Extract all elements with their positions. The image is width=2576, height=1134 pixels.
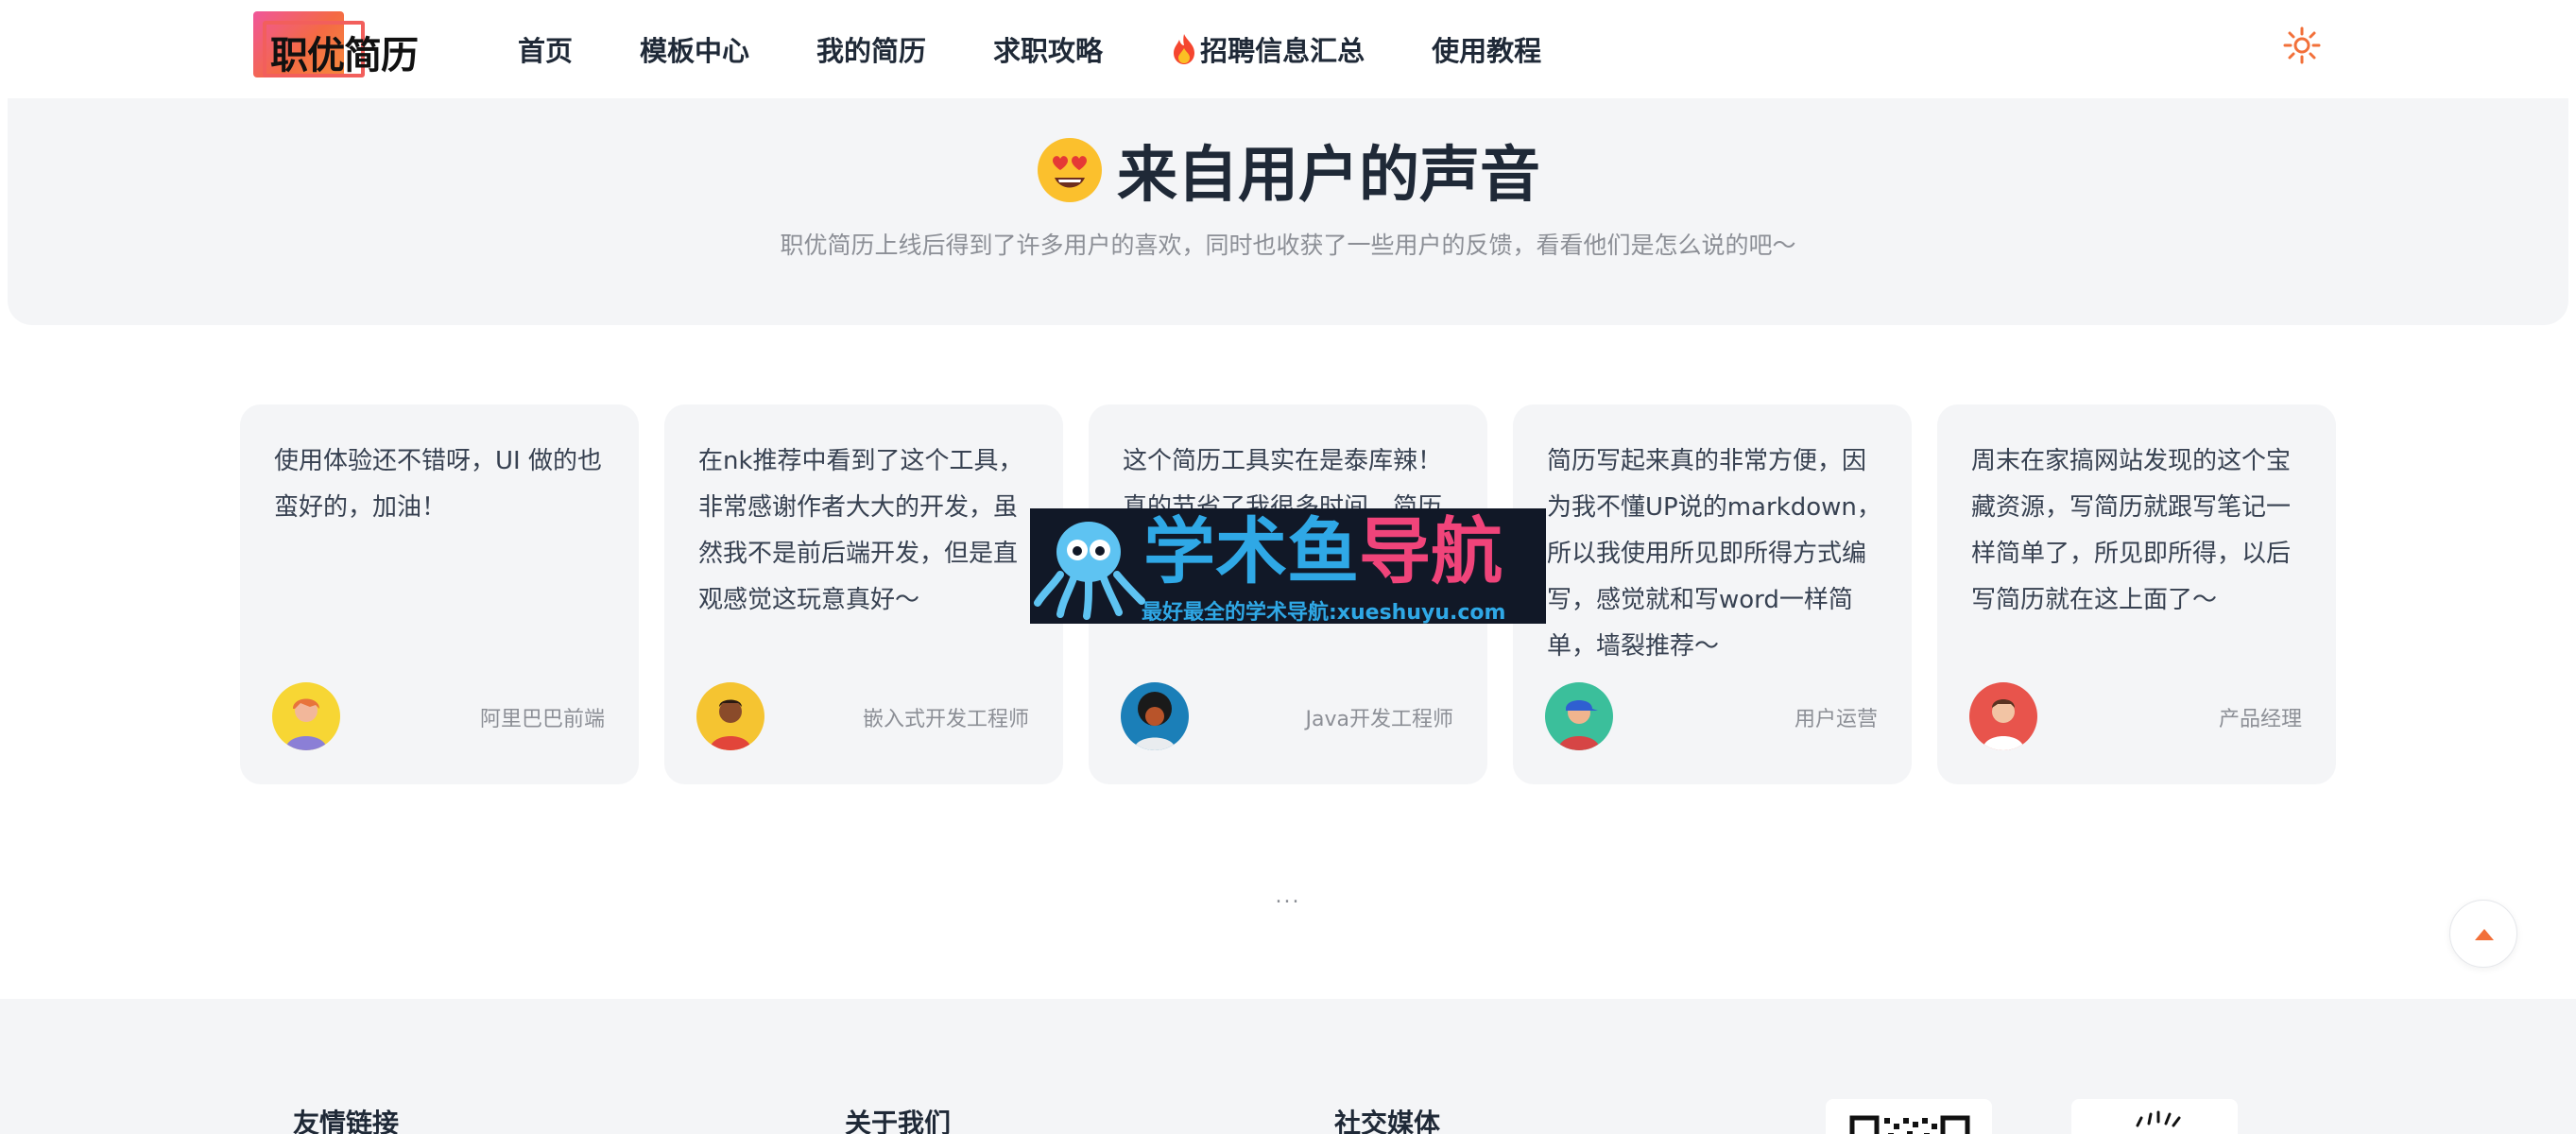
nav-item-job-info[interactable]: 招聘信息汇总 (1170, 29, 1365, 69)
testimonial-card: 简历写起来真的非常方便，因为我不懂UP说的markdown，所以我使用所见即所得… (1513, 404, 1912, 784)
nav-item-templates[interactable]: 模板中心 (640, 29, 749, 69)
social-image (2071, 1099, 2238, 1134)
sun-icon[interactable] (2283, 26, 2321, 64)
testimonial-text: 使用体验还不错呀，UI 做的也蛮好的，加油！ (274, 447, 602, 522)
main-nav: 首页 模板中心 我的简历 求职攻略 招聘信息汇总 使用教程 (518, 0, 1608, 98)
avatar-illustration (1545, 682, 1613, 750)
site-footer: 友情链接 关于我们 社交媒体 (0, 999, 2576, 1134)
load-more-indicator[interactable]: ... (1269, 885, 1307, 908)
back-to-top-button[interactable] (2449, 900, 2517, 968)
avatar (696, 682, 764, 750)
testimonial-card: 使用体验还不错呀，UI 做的也蛮好的，加油！ 阿里巴巴前端 (240, 404, 639, 784)
octopus-mascot-icon (1034, 522, 1145, 620)
avatar (1545, 682, 1613, 750)
testimonial-role: 产品经理 (2218, 708, 2302, 731)
testimonial-card: 在nk推荐中看到了这个工具，非常感谢作者大大的开发，虽然我不是前后端开发，但是直… (664, 404, 1063, 784)
avatar (272, 682, 340, 750)
avatar-illustration (1969, 682, 2037, 750)
watermark-title: 学术鱼导航 (1143, 509, 1503, 593)
section-title: 来自用户的声音 (8, 127, 2568, 214)
fire-icon (1174, 34, 1195, 64)
testimonial-role: 阿里巴巴前端 (479, 708, 605, 731)
footer-heading-links: 友情链接 (293, 1108, 400, 1134)
heart-eyes-emoji-icon (1038, 138, 1102, 202)
section-title-text: 来自用户的声音 (1117, 141, 1540, 211)
qr-code-image (1826, 1099, 1992, 1134)
testimonial-text: 在nk推荐中看到了这个工具，非常感谢作者大大的开发，虽然我不是前后端开发，但是直… (698, 447, 1023, 614)
avatar (1969, 682, 2037, 750)
testimonial-card: 周末在家搞网站发现的这个宝藏资源，写简历就跟写笔记一样简单了，所见即所得，以后写… (1937, 404, 2336, 784)
footer-heading-social: 社交媒体 (1334, 1108, 1441, 1134)
nav-item-job-guide[interactable]: 求职攻略 (993, 29, 1103, 69)
footer-heading-about: 关于我们 (845, 1108, 952, 1134)
nav-item-home[interactable]: 首页 (518, 29, 573, 69)
watermark-banner: 学术鱼导航 最好最全的学术导航:xueshuyu.com (1030, 508, 1546, 625)
section-subtitle: 职优简历上线后得到了许多用户的喜欢，同时也收获了一些用户的反馈，看看他们是怎么说… (780, 232, 1796, 259)
nav-item-tutorial[interactable]: 使用教程 (1432, 29, 1541, 69)
avatar-illustration (696, 682, 764, 750)
logo-text: 职优简历 (270, 34, 419, 77)
watermark-subtitle: 最好最全的学术导航:xueshuyu.com (1142, 601, 1506, 625)
testimonial-role: 嵌入式开发工程师 (862, 708, 1029, 731)
user-voice-section: 来自用户的声音 职优简历上线后得到了许多用户的喜欢，同时也收获了一些用户的反馈，… (8, 98, 2568, 325)
testimonial-text: 简历写起来真的非常方便，因为我不懂UP说的markdown，所以我使用所见即所得… (1547, 447, 1881, 661)
avatar-illustration (1121, 682, 1189, 750)
top-navbar: 职优简历 首页 模板中心 我的简历 求职攻略 招聘信息汇总 使用教程 (0, 0, 2576, 98)
testimonial-text: 周末在家搞网站发现的这个宝藏资源，写简历就跟写笔记一样简单了，所见即所得，以后写… (1971, 447, 2292, 614)
site-logo[interactable]: 职优简历 (253, 9, 423, 81)
nav-item-my-resume[interactable]: 我的简历 (816, 29, 926, 69)
avatar-illustration (272, 682, 340, 750)
arrow-up-icon (2475, 929, 2494, 940)
testimonial-role: 用户运营 (1794, 708, 1878, 731)
avatar (1121, 682, 1189, 750)
testimonial-role: Java开发工程师 (1305, 708, 1453, 731)
